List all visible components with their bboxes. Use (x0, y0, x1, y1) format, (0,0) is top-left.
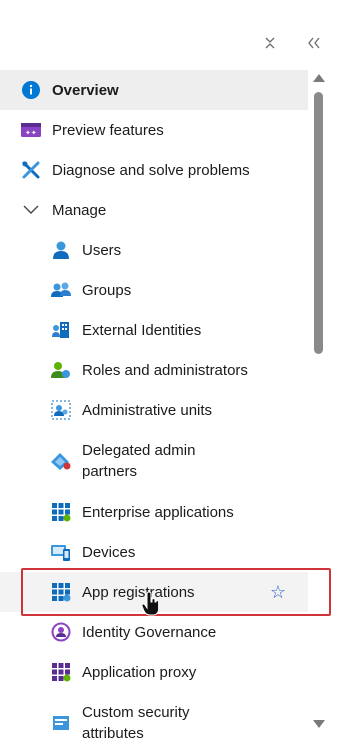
enterprise-apps-icon (50, 501, 72, 523)
nav-item-label: Diagnose and solve problems (52, 161, 250, 179)
nav-item-roles[interactable]: Roles and administrators (0, 350, 308, 390)
collapse-icon[interactable] (261, 34, 279, 52)
double-chevron-left-icon[interactable] (305, 34, 323, 52)
sidebar-nav: Overview ✦✦ Preview features Diagnose an… (0, 70, 308, 754)
nav-item-label: App registrations (82, 583, 195, 601)
nav-item-label: Administrative units (82, 401, 213, 419)
application-proxy-icon (50, 661, 72, 683)
nav-item-enterprise-applications[interactable]: Enterprise applications (0, 492, 308, 532)
nav-item-application-proxy[interactable]: Application proxy (0, 652, 308, 692)
administrative-units-icon (50, 399, 72, 421)
nav-item-label: Groups (82, 281, 132, 299)
nav-item-label: Preview features (52, 121, 164, 139)
external-identities-icon (50, 319, 72, 341)
nav-item-overview[interactable]: Overview (0, 70, 308, 110)
nav-item-label: Application proxy (82, 663, 197, 681)
nav-item-identity-governance[interactable]: Identity Governance (0, 612, 308, 652)
svg-text:✦✦: ✦✦ (25, 129, 37, 137)
nav-item-label: Delegated admin partners (82, 442, 196, 480)
nav-item-label: Roles and administrators (82, 361, 248, 379)
user-icon (50, 239, 72, 261)
groups-icon (50, 279, 72, 301)
custom-security-icon (50, 712, 72, 734)
devices-icon (50, 541, 72, 563)
nav-item-label: External Identities (82, 321, 202, 339)
nav-item-administrative-units[interactable]: Administrative units (0, 390, 308, 430)
nav-item-preview-features[interactable]: ✦✦ Preview features (0, 110, 308, 150)
nav-item-label: Enterprise applications (82, 503, 234, 521)
nav-item-external-identities[interactable]: External Identities (0, 310, 308, 350)
chevron-down-icon (20, 199, 42, 221)
vertical-scrollbar[interactable] (311, 70, 327, 728)
nav-item-groups[interactable]: Groups (0, 270, 308, 310)
nav-item-users[interactable]: Users (0, 230, 308, 270)
scroll-up-icon[interactable] (313, 74, 325, 82)
nav-item-label: Overview (52, 81, 119, 99)
favorite-star-icon[interactable]: ☆ (270, 582, 286, 603)
identity-governance-icon (50, 621, 72, 643)
panel-controls (261, 34, 323, 52)
nav-group-manage[interactable]: Manage (0, 190, 308, 230)
nav-item-label: Devices (82, 543, 136, 561)
scroll-down-icon[interactable] (313, 720, 325, 728)
preview-features-icon: ✦✦ (20, 119, 42, 141)
info-icon (20, 79, 42, 101)
nav-item-custom-security-attributes[interactable]: Custom security attributes (0, 692, 308, 754)
nav-item-app-registrations[interactable]: App registrations ☆ (0, 572, 308, 612)
scrollbar-thumb[interactable] (314, 92, 323, 354)
nav-item-label: Users (82, 241, 122, 259)
nav-item-label: Identity Governance (82, 623, 217, 641)
tools-icon (20, 159, 42, 181)
nav-item-diagnose[interactable]: Diagnose and solve problems (0, 150, 308, 190)
nav-item-delegated-admin-partners[interactable]: Delegated admin partners (0, 430, 308, 492)
nav-item-label: Custom security attributes (82, 704, 190, 742)
nav-item-devices[interactable]: Devices (0, 532, 308, 572)
nav-item-label: Manage (52, 201, 107, 219)
delegated-admin-icon (50, 450, 72, 472)
app-registrations-icon (50, 581, 72, 603)
roles-icon (50, 359, 72, 381)
